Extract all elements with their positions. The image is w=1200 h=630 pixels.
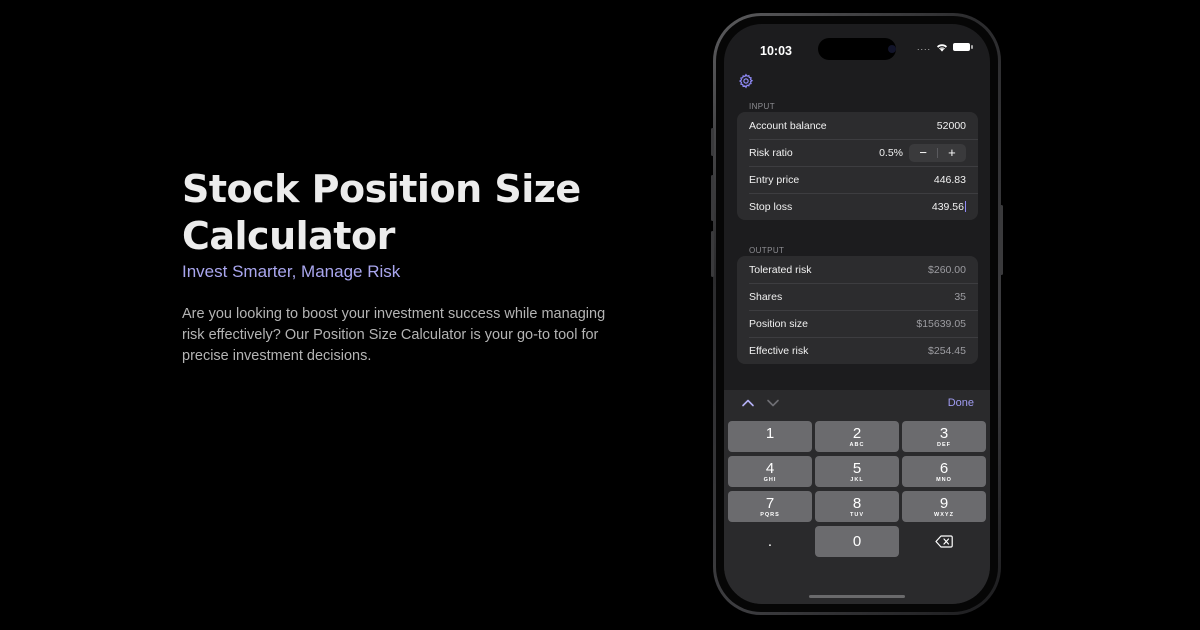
page-subtitle: Invest Smarter, Manage Risk: [182, 262, 401, 281]
camera-icon: [888, 45, 896, 53]
keyboard-toolbar: Done: [724, 390, 990, 417]
shares-label: Shares: [749, 290, 783, 303]
phone-power-button: [1000, 205, 1003, 275]
output-section-label: OUTPUT: [749, 246, 785, 255]
delete-icon: [935, 535, 953, 548]
phone-mockup: 10:03 .... INPUT Account balance 52000 R…: [711, 13, 1003, 615]
stop-loss-label: Stop loss: [749, 200, 793, 213]
key-delete[interactable]: [902, 526, 986, 557]
entry-price-field[interactable]: 446.83: [934, 174, 966, 186]
tolerated-risk-label: Tolerated risk: [749, 263, 812, 276]
battery-icon: [953, 43, 973, 51]
hero-section: Stock Position Size Calculator Invest Sm…: [182, 166, 652, 367]
numeric-keyboard: Done 1 2 ABC 3 DEF 4 GHI 5 JKL 6 MNO 7 PQRS 8T…: [724, 390, 990, 604]
key-8[interactable]: 8 TUV: [815, 491, 899, 522]
position-size-row: Position size $15639.05: [737, 310, 978, 337]
keypad: 1 2 ABC 3 DEF 4 GHI 5 JKL 6 MNO 7 PQRS 8 TUV 9W…: [728, 421, 986, 557]
chevron-up-icon[interactable]: [741, 397, 755, 409]
key-6[interactable]: 6 MNO: [902, 456, 986, 487]
gear-icon[interactable]: [738, 73, 754, 89]
effective-risk-row: Effective risk $254.45: [737, 337, 978, 364]
status-time: 10:03: [760, 44, 792, 58]
position-size-value: $15639.05: [916, 317, 966, 330]
account-balance-row[interactable]: Account balance 52000: [737, 112, 978, 139]
chevron-down-icon[interactable]: [766, 397, 780, 409]
decrement-button[interactable]: −: [909, 144, 937, 162]
phone-volume-up-button: [711, 175, 714, 221]
input-section-label: INPUT: [749, 102, 775, 111]
input-group: Account balance 52000 Risk ratio 0.5% − …: [737, 112, 978, 220]
risk-ratio-row: Risk ratio 0.5% − +: [737, 139, 978, 166]
risk-ratio-value: 0.5%: [879, 146, 903, 159]
stop-loss-field[interactable]: 439.56: [931, 200, 966, 213]
stop-loss-row[interactable]: Stop loss 439.56: [737, 193, 978, 220]
account-balance-label: Account balance: [749, 119, 827, 132]
account-balance-field[interactable]: 52000: [937, 120, 966, 132]
key-7[interactable]: 7 PQRS: [728, 491, 812, 522]
done-button[interactable]: Done: [948, 397, 974, 409]
stop-loss-value: 439.56: [931, 200, 964, 213]
wifi-icon: [937, 43, 947, 52]
key-0[interactable]: 0: [815, 526, 899, 557]
position-size-label: Position size: [749, 317, 808, 330]
key-1[interactable]: 1: [728, 421, 812, 452]
effective-risk-label: Effective risk: [749, 344, 809, 357]
phone-side-button: [711, 128, 714, 156]
phone-bezel: 10:03 .... INPUT Account balance 52000 R…: [716, 16, 998, 612]
shares-value: 35: [954, 290, 966, 303]
key-4[interactable]: 4 GHI: [728, 456, 812, 487]
phone-volume-down-button: [711, 231, 714, 277]
signal-dots-icon: ....: [916, 42, 931, 52]
app-screen: 10:03 .... INPUT Account balance 52000 R…: [724, 24, 990, 604]
effective-risk-value: $254.45: [928, 344, 966, 357]
risk-ratio-label: Risk ratio: [749, 146, 793, 159]
increment-button[interactable]: +: [938, 144, 966, 162]
risk-ratio-stepper[interactable]: − +: [909, 143, 966, 162]
key-5[interactable]: 5 JKL: [815, 456, 899, 487]
home-indicator[interactable]: [809, 595, 905, 598]
tolerated-risk-value: $260.00: [928, 263, 966, 276]
status-indicators: ....: [916, 42, 973, 52]
key-9[interactable]: 9 WXYZ: [902, 491, 986, 522]
entry-price-label: Entry price: [749, 173, 800, 186]
page-title: Stock Position Size Calculator: [182, 167, 581, 258]
page-description: Are you looking to boost your investment…: [182, 306, 606, 364]
key-decimal[interactable]: .: [728, 526, 812, 557]
output-group: Tolerated risk $260.00 Shares 35 Positio…: [737, 256, 978, 364]
entry-price-row[interactable]: Entry price 446.83: [737, 166, 978, 193]
dynamic-island: [818, 38, 896, 60]
text-cursor: [965, 200, 966, 212]
shares-row: Shares 35: [737, 283, 978, 310]
key-2[interactable]: 2 ABC: [815, 421, 899, 452]
tolerated-risk-row: Tolerated risk $260.00: [737, 256, 978, 283]
key-3[interactable]: 3 DEF: [902, 421, 986, 452]
